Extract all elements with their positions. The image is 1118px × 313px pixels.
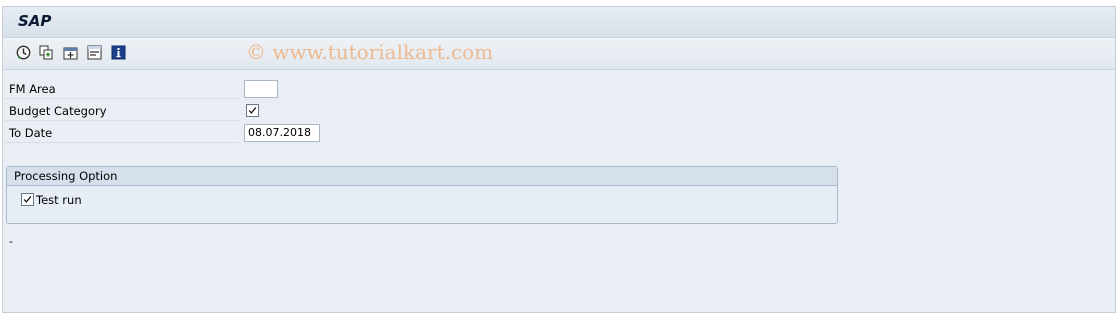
processing-option-header: Processing Option xyxy=(7,167,837,186)
execute-icon[interactable] xyxy=(16,45,31,60)
status-text: - xyxy=(9,235,13,248)
fm-area-label: FM Area xyxy=(5,79,239,99)
application-toolbar xyxy=(3,38,1115,70)
processing-option-title: Processing Option xyxy=(14,169,118,183)
to-date-input[interactable]: 08.07.2018 xyxy=(244,124,320,142)
fm-area-input[interactable] xyxy=(244,80,278,98)
test-run-label: Test run xyxy=(36,193,82,207)
to-date-label: To Date xyxy=(5,123,239,143)
app-title: SAP xyxy=(18,12,52,30)
copy-variant-icon[interactable] xyxy=(39,45,54,60)
get-variant-icon[interactable] xyxy=(63,45,78,60)
selection-options-icon[interactable] xyxy=(87,45,102,60)
title-bar xyxy=(3,7,1115,38)
test-run-checkbox[interactable] xyxy=(21,193,34,206)
info-icon[interactable] xyxy=(111,45,126,60)
budget-category-checkbox[interactable] xyxy=(246,104,259,117)
watermark: © www.tutorialkart.com xyxy=(246,40,494,64)
budget-category-label: Budget Category xyxy=(5,101,239,121)
processing-option-group: Processing Option xyxy=(6,166,838,224)
